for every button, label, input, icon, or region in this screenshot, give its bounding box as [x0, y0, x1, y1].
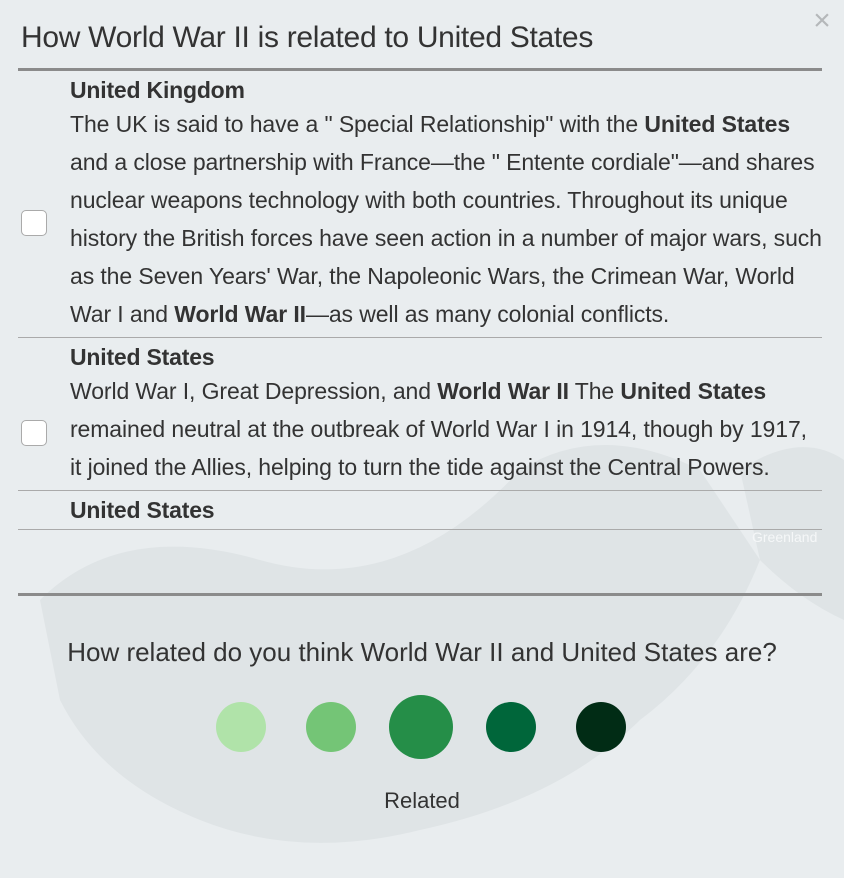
item-checkbox[interactable]	[21, 420, 47, 446]
rating-option-2[interactable]	[306, 702, 356, 752]
item-title: United Kingdom	[70, 77, 245, 103]
list-item: United States World War I, Great Depress…	[18, 338, 822, 491]
body-text: remained neutral at the outbreak of Worl…	[70, 416, 807, 480]
rating-option-3[interactable]	[389, 695, 453, 759]
rating-scale	[0, 690, 844, 770]
highlighted-term: United States	[644, 111, 791, 137]
relation-dialog: × How World War II is related to United …	[0, 0, 844, 878]
body-text: World War I, Great Depression, and	[70, 378, 438, 404]
list-item: United Kingdom The UK is said to have a …	[18, 71, 822, 338]
item-title: United States	[70, 497, 215, 523]
close-icon[interactable]: ×	[810, 6, 834, 36]
rating-option-1[interactable]	[216, 702, 266, 752]
list-item: United States	[18, 491, 822, 530]
dialog-title: How World War II is related to United St…	[21, 21, 594, 54]
item-body: World War I, Great Depression, and World…	[70, 372, 822, 486]
item-checkbox[interactable]	[21, 210, 47, 236]
item-title: United States	[70, 344, 215, 370]
body-text: —as well as many colonial conflicts.	[305, 301, 670, 327]
rating-option-4[interactable]	[486, 702, 536, 752]
body-text: The UK is said to have a " Special Relat…	[70, 111, 645, 137]
rating-option-5[interactable]	[576, 702, 626, 752]
highlighted-term: World War II	[437, 378, 569, 404]
evidence-list[interactable]: United Kingdom The UK is said to have a …	[18, 68, 822, 596]
highlighted-term: World War II	[174, 301, 306, 327]
rating-question: How related do you think World War II an…	[67, 637, 777, 667]
item-body: The UK is said to have a " Special Relat…	[70, 105, 822, 333]
highlighted-term: United States	[620, 378, 767, 404]
body-text: The	[568, 378, 621, 404]
rating-selected-label: Related	[384, 788, 460, 813]
